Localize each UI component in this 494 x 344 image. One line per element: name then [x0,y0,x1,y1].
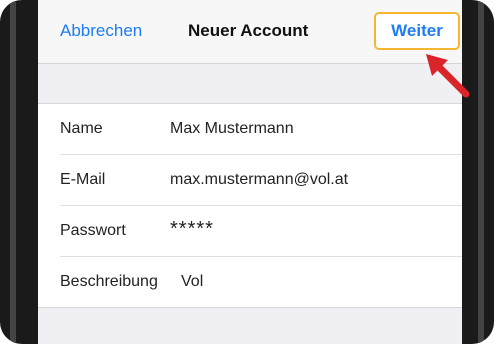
next-button[interactable]: Weiter [374,12,460,50]
navigation-bar: Abbrechen Neuer Account Weiter [38,0,462,64]
cancel-button[interactable]: Abbrechen [60,21,142,41]
form-row-password[interactable]: Passwort ***** [60,206,462,257]
password-field[interactable]: ***** [170,218,214,241]
phone-frame: Abbrechen Neuer Account Weiter Name Max … [0,0,494,344]
form-row-description[interactable]: Beschreibung Vol [60,257,462,307]
name-label: Name [60,120,103,137]
screen: Abbrechen Neuer Account Weiter Name Max … [38,0,462,344]
password-label: Passwort [60,222,126,239]
form-row-name[interactable]: Name Max Mustermann [60,104,462,155]
red-arrow-icon [426,54,470,98]
form-row-email[interactable]: E-Mail max.mustermann@vol.at [60,155,462,206]
next-button-label: Weiter [391,21,443,40]
name-field[interactable]: Max Mustermann [170,120,294,138]
account-form: Name Max Mustermann E-Mail max.musterman… [38,103,462,308]
background-band [38,310,462,344]
email-label: E-Mail [60,171,106,188]
description-label: Beschreibung [60,273,158,290]
description-field[interactable]: Vol [181,273,203,291]
email-field[interactable]: max.mustermann@vol.at [170,171,348,189]
page-title: Neuer Account [188,21,309,40]
